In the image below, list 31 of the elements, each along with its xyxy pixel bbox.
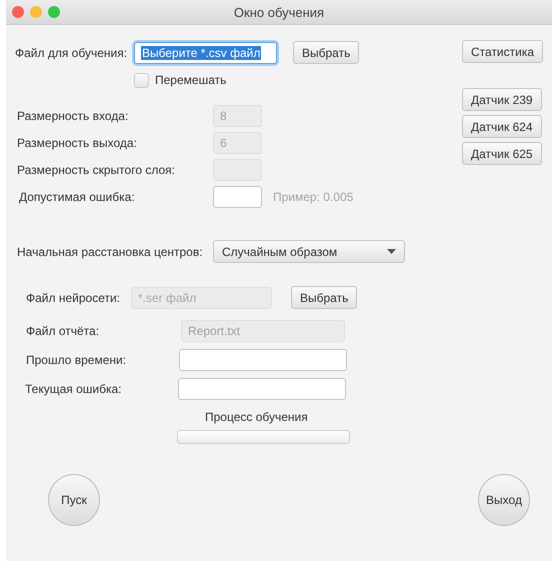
- field-label: Размерность скрытого слоя:: [17, 162, 176, 176]
- sensor-button[interactable]: Датчик 625: [462, 142, 542, 165]
- start-button[interactable]: Пуск: [48, 474, 100, 526]
- hint-text: Пример: 0.005: [273, 190, 354, 204]
- caret-icon: [387, 249, 396, 254]
- field-label: Файл нейросети:: [26, 290, 121, 304]
- close-icon[interactable]: [12, 6, 24, 18]
- field-label: Файл для обучения:: [15, 46, 128, 60]
- statistics-button[interactable]: Статистика: [462, 40, 544, 63]
- dropdown[interactable]: Случайным образом: [213, 240, 405, 263]
- sensor-button[interactable]: Датчик 239: [462, 88, 542, 111]
- input-field[interactable]: Выберите *.csv файл: [134, 42, 277, 64]
- minimize-icon[interactable]: [30, 6, 42, 18]
- field-label: Допустимая ошибка:: [19, 190, 136, 204]
- field-label: Размерность входа:: [17, 108, 130, 122]
- window-title: Окно обучения: [234, 4, 324, 20]
- checkbox-label: Перемешать: [155, 73, 226, 87]
- input-field[interactable]: [213, 186, 262, 208]
- exit-button[interactable]: Выход: [478, 474, 530, 526]
- input-field[interactable]: [178, 378, 346, 400]
- field-label: Текущая ошибка:: [25, 382, 122, 396]
- browse-button[interactable]: Выбрать: [293, 41, 360, 64]
- input-field[interactable]: [179, 348, 347, 370]
- zoom-icon[interactable]: [48, 6, 60, 18]
- field-label: Размерность выхода:: [17, 136, 138, 150]
- field-label: Файл отчёта:: [26, 324, 100, 338]
- field-label: Прошло времени:: [26, 352, 128, 366]
- progress-label: Процесс обучения: [205, 410, 308, 424]
- sensor-button[interactable]: Датчик 624: [462, 115, 542, 138]
- field-label: Начальная расстановка центров:: [17, 244, 204, 258]
- checkbox[interactable]: [134, 72, 149, 88]
